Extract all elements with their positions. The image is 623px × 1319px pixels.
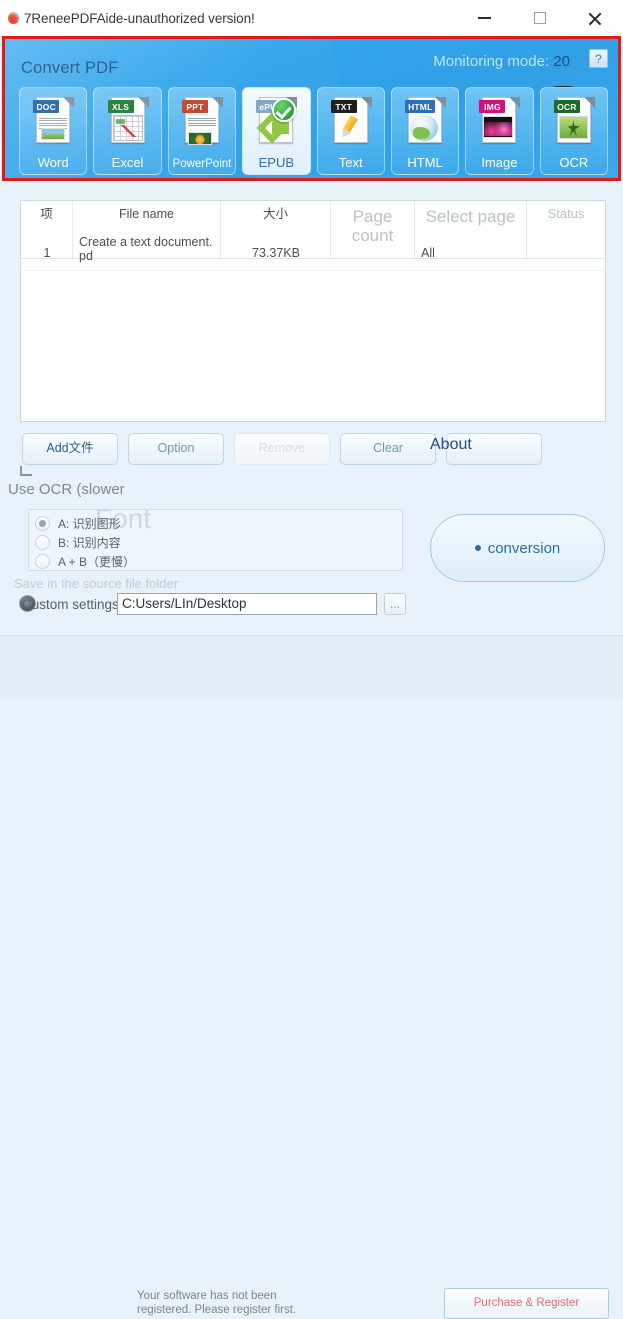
doc-file-icon: DOC bbox=[32, 97, 75, 147]
format-button-ocr[interactable]: OCR OCR bbox=[539, 87, 608, 175]
conversion-label: conversion bbox=[487, 539, 561, 557]
ppt-file-icon: PPT bbox=[181, 97, 223, 147]
clear-label: Clear bbox=[373, 441, 403, 456]
cell-status bbox=[527, 235, 605, 271]
browse-folder-button[interactable]: ... bbox=[384, 593, 406, 615]
output-path-input[interactable]: C:Users/LIn/Desktop bbox=[117, 593, 377, 615]
xls-tag-label: XLS bbox=[107, 100, 134, 113]
format-label-word: Word bbox=[37, 155, 69, 170]
format-button-powerpoint[interactable]: PPT PowerPoint bbox=[167, 87, 237, 175]
purchase-register-label: Purchase & Register bbox=[473, 1297, 580, 1310]
cell-index: 1 bbox=[43, 245, 51, 260]
use-ocr-checkbox[interactable] bbox=[20, 466, 32, 476]
format-label-html: HTML bbox=[407, 155, 443, 170]
cell-size: 73.37KB bbox=[252, 245, 300, 260]
ocr-radio-ab[interactable]: A + B（更慢） bbox=[35, 551, 135, 571]
maximize-icon bbox=[534, 12, 546, 24]
font-group-box: A: 识别图形 B: 识别内容 A + B（更慢） bbox=[28, 509, 403, 571]
close-button[interactable] bbox=[571, 0, 617, 36]
cell-page-count bbox=[331, 235, 415, 271]
monitoring-mode-text: Monitoring mode: bbox=[433, 53, 550, 70]
monitoring-mode-value: 20 bbox=[553, 53, 570, 70]
purchase-register-button[interactable]: Purchase & Register bbox=[444, 1288, 609, 1319]
window-title: 7ReneePDFAide-unauthorized version! bbox=[24, 10, 255, 26]
txt-tag-label: TXT bbox=[330, 100, 357, 113]
remove-label: Remove bbox=[258, 441, 306, 456]
minimize-icon bbox=[477, 17, 491, 19]
format-label-image: Image bbox=[481, 155, 518, 170]
ocr-tag-label: OCR bbox=[553, 100, 580, 113]
custom-settings-label[interactable]: Custom settings bbox=[22, 597, 119, 612]
bullet-icon bbox=[474, 545, 481, 551]
add-file-button[interactable]: Add文件 bbox=[22, 433, 118, 465]
ocr-radio-b[interactable]: B: 识别内容 bbox=[35, 532, 121, 552]
format-label-excel: Excel bbox=[111, 155, 144, 170]
img-tag-label: IMG bbox=[479, 100, 506, 113]
minimize-button[interactable] bbox=[461, 0, 507, 36]
add-file-label: Add文件 bbox=[46, 441, 94, 456]
clear-button[interactable]: Clear bbox=[340, 433, 436, 465]
save-in-source-folder-label[interactable]: Save in the source file folder bbox=[14, 576, 178, 591]
ocr-radio-a-label: A: 识别图形 bbox=[58, 516, 121, 531]
format-label-ocr: OCR bbox=[559, 155, 589, 170]
file-list-table[interactable]: 项 File name 大小 Page count Select page St… bbox=[20, 200, 606, 422]
format-button-word[interactable]: DOC Word bbox=[19, 87, 88, 175]
txt-file-icon: TXT bbox=[330, 97, 372, 147]
html-tag-label: HTML bbox=[405, 100, 436, 113]
radio-icon-b bbox=[35, 534, 50, 550]
table-row[interactable]: 1 Create a text document. pd 73.37KB All bbox=[21, 235, 605, 271]
format-label-epub: EPUB bbox=[258, 155, 295, 170]
format-button-excel[interactable]: XLS Excel bbox=[93, 87, 162, 175]
use-ocr-label[interactable]: Use OCR (slower bbox=[8, 481, 125, 498]
doc-tag-label: DOC bbox=[33, 100, 60, 113]
ocr-radio-b-label: B: 识别内容 bbox=[58, 535, 121, 550]
ellipsis-icon: ... bbox=[389, 597, 400, 611]
convert-pdf-title: Convert PDF bbox=[21, 59, 119, 77]
radio-icon-a bbox=[35, 515, 50, 531]
ocr-radio-ab-label: A + B（更慢） bbox=[58, 554, 136, 569]
title-bar: 7ReneePDFAide-unauthorized version! bbox=[0, 0, 623, 36]
monitoring-mode-label: Monitoring mode: 20 bbox=[433, 53, 570, 70]
close-icon bbox=[587, 11, 602, 26]
cell-select-page[interactable]: All bbox=[415, 235, 527, 271]
format-label-powerpoint: PowerPoint bbox=[172, 158, 232, 170]
remove-button[interactable]: Remove bbox=[234, 433, 330, 465]
epub-file-icon: ePUB bbox=[255, 97, 298, 147]
format-button-row: DOC Word XLS Excel PPT PowerPoint ePUB E… bbox=[19, 87, 608, 175]
format-button-html[interactable]: HTML HTML bbox=[390, 87, 460, 175]
flame-icon bbox=[6, 10, 22, 26]
option-button[interactable]: Option bbox=[128, 433, 224, 465]
xls-file-icon: XLS bbox=[107, 97, 149, 147]
cell-filename: Create a text document. pd bbox=[79, 234, 213, 263]
status-bar: Your software has not been registered. P… bbox=[0, 635, 623, 1319]
format-button-image[interactable]: IMG Image bbox=[465, 87, 534, 175]
question-mark-icon: ? bbox=[595, 51, 602, 66]
maximize-button[interactable] bbox=[517, 0, 563, 36]
help-button[interactable]: ? bbox=[589, 49, 608, 68]
option-label: Option bbox=[157, 441, 195, 456]
format-label-text: Text bbox=[338, 155, 363, 170]
ppt-tag-label: PPT bbox=[181, 100, 208, 113]
ocr-radio-a[interactable]: A: 识别图形 bbox=[35, 513, 121, 533]
img-file-icon: IMG bbox=[478, 97, 521, 147]
ocr-file-icon: OCR bbox=[553, 97, 595, 147]
about-label[interactable]: About bbox=[430, 436, 472, 454]
html-file-icon: HTML bbox=[404, 97, 447, 147]
registration-status-text: Your software has not been registered. P… bbox=[137, 1290, 297, 1317]
convert-pdf-toolbar-panel: Convert PDF Monitoring mode: 20 ? DOC Wo… bbox=[2, 36, 621, 181]
conversion-button[interactable]: conversion bbox=[430, 514, 605, 582]
format-button-text[interactable]: TXT Text bbox=[316, 87, 385, 175]
table-body: 1 Create a text document. pd 73.37KB All bbox=[21, 235, 605, 295]
format-button-epub[interactable]: ePUB EPUB bbox=[242, 87, 311, 175]
radio-icon-ab bbox=[35, 553, 50, 569]
